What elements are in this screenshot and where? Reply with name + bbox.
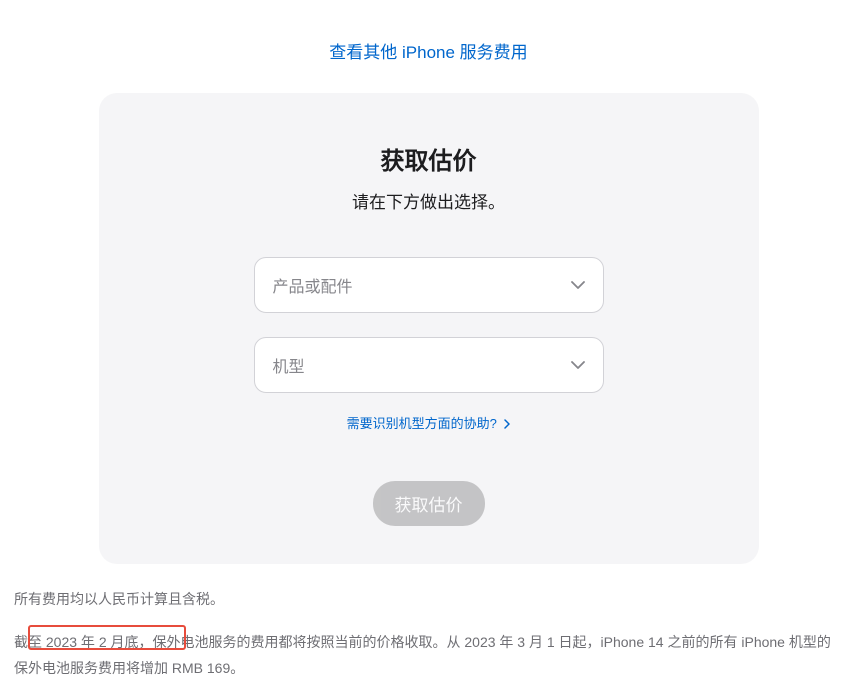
- product-select-placeholder: 产品或配件: [273, 273, 353, 297]
- identify-model-help-link[interactable]: 需要识别机型方面的协助?: [347, 416, 511, 431]
- help-link-text: 需要识别机型方面的协助?: [347, 416, 497, 431]
- footer-text-2: 截至 2023 年 2 月底，保外电池服务的费用都将按照当前的价格收取。从 20…: [10, 629, 847, 682]
- top-link: 查看其他 iPhone 服务费用: [10, 0, 847, 93]
- model-select-wrap: 机型: [254, 337, 604, 393]
- model-select-placeholder: 机型: [273, 353, 305, 377]
- footer: 所有费用均以人民币计算且含税。 截至 2023 年 2 月底，保外电池服务的费用…: [10, 586, 847, 682]
- help-link-wrap: 需要识别机型方面的协助?: [139, 413, 719, 433]
- model-select[interactable]: 机型: [254, 337, 604, 393]
- footer-text-1: 所有费用均以人民币计算且含税。: [10, 586, 847, 613]
- chevron-right-icon: [504, 417, 510, 432]
- card-subtitle: 请在下方做出选择。: [139, 188, 719, 213]
- other-iphone-service-link[interactable]: 查看其他 iPhone 服务费用: [329, 43, 527, 62]
- product-select-wrap: 产品或配件: [254, 257, 604, 313]
- estimate-card: 获取估价 请在下方做出选择。 产品或配件 机型 需要识别机型方面的协助?: [99, 93, 759, 564]
- card-title: 获取估价: [139, 141, 719, 176]
- chevron-down-icon: [571, 281, 585, 289]
- chevron-down-icon: [571, 361, 585, 369]
- product-select[interactable]: 产品或配件: [254, 257, 604, 313]
- get-estimate-button[interactable]: 获取估价: [373, 481, 485, 526]
